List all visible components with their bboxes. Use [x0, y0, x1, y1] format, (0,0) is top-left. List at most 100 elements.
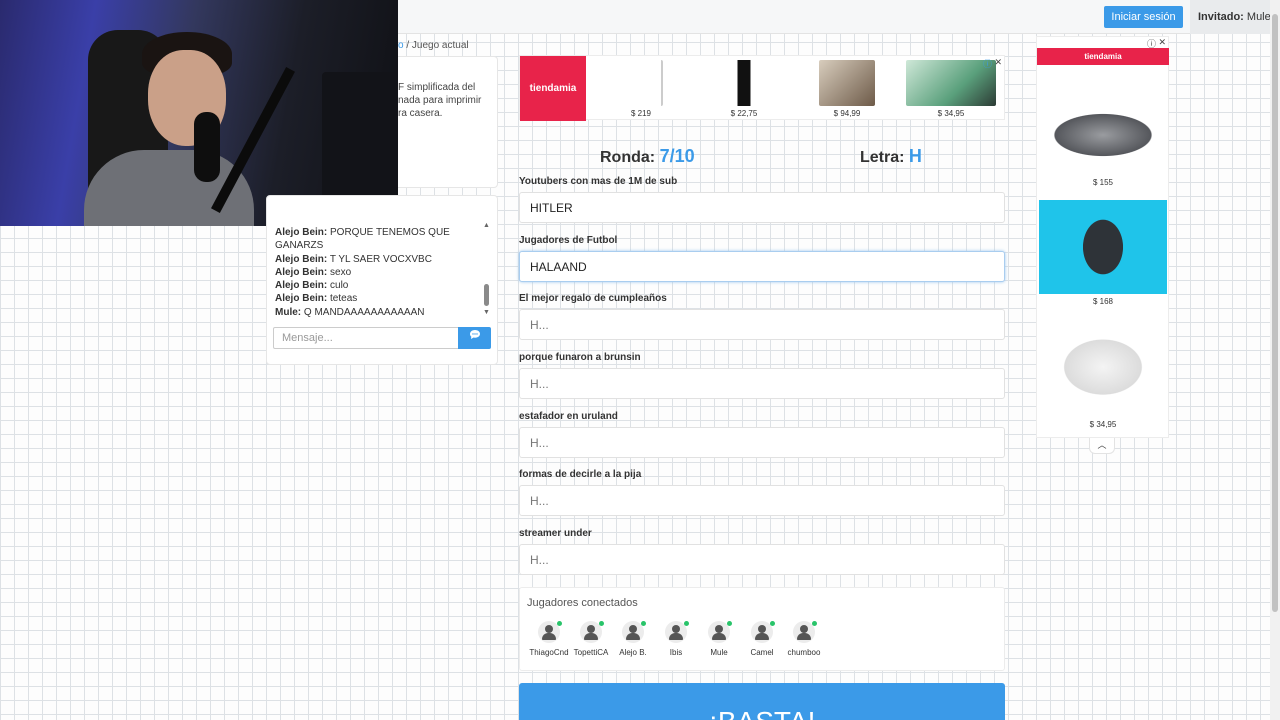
category-label: porque funaron a brunsin — [519, 352, 641, 363]
chat-user: Alejo Bein: — [275, 227, 328, 238]
info-line: ra casera. — [398, 108, 443, 119]
category-input-estafador[interactable] — [519, 427, 1005, 458]
info-line: nada para imprimir — [398, 95, 482, 106]
chat-text: sexo — [330, 266, 352, 278]
chat-user: Alejo Bein: — [275, 253, 328, 265]
letter-value: H — [908, 146, 922, 166]
ad-product-price: $ 34,95 — [1089, 420, 1117, 429]
user-avatar-icon — [751, 621, 775, 643]
ad-product-price: $ 34,95 — [937, 109, 965, 118]
category-input-youtubers[interactable] — [519, 192, 1005, 223]
ad-close-icon[interactable]: ✕ — [994, 57, 1002, 68]
ad-product-image — [1039, 95, 1167, 175]
player-name: TopettiCA — [573, 648, 609, 657]
ad-banner[interactable]: tiendamia $ 219 $ 22,75 $ 94,99 $ 34,95 … — [519, 55, 1005, 121]
basta-button[interactable]: ¡BASTA! — [519, 683, 1005, 720]
player-item[interactable]: chumboo — [782, 621, 826, 657]
ad-brand-logo[interactable]: tiendamia — [520, 56, 586, 121]
player-item[interactable]: TopettiCA — [569, 621, 613, 657]
ad-product[interactable]: $ 22,75 — [716, 60, 772, 120]
online-dot — [727, 621, 732, 626]
chat-scroll-up-icon[interactable]: ▲ — [483, 222, 490, 229]
round-value: 7/10 — [659, 146, 695, 166]
player-name: Mule — [710, 648, 728, 657]
chat-bubble-icon — [469, 330, 480, 339]
breadcrumb: o / Juego actual — [398, 40, 469, 51]
chat-message: Alejo Bein: T YL SAER VOCXVBC — [275, 253, 481, 266]
user-avatar-icon — [708, 621, 732, 643]
page-scrollbar-thumb[interactable] — [1272, 14, 1278, 612]
ad-product-image — [633, 60, 663, 106]
category-label: formas de decirle a la pija — [519, 469, 642, 480]
ad-product-price: $ 219 — [630, 109, 652, 118]
ad-product[interactable]: $ 219 — [613, 60, 669, 120]
ad-product-image — [819, 60, 875, 106]
ad-product-image — [716, 60, 772, 106]
player-item[interactable]: ThiagoCnd — [527, 621, 571, 657]
round-label: Ronda: — [600, 149, 656, 166]
category-input-futbol[interactable] — [519, 251, 1005, 282]
category-input-regalo[interactable] — [519, 309, 1005, 340]
online-dot — [557, 621, 562, 626]
letter-indicator: Letra: H — [860, 146, 922, 167]
user-avatar-icon — [665, 621, 689, 643]
chat-messages[interactable]: Alejo Bein: PORQUE TENEMOS QUE GANARZS A… — [275, 226, 481, 319]
category-label: streamer under — [519, 528, 592, 539]
players-title: Jugadores conectados — [527, 597, 638, 609]
category-input-brunsin[interactable] — [519, 368, 1005, 399]
online-dot — [599, 621, 604, 626]
chat-user: Mule: — [275, 306, 302, 318]
guest-indicator: Invitado: Mule — [1190, 0, 1279, 34]
ad-product-price: $ 168 — [1092, 297, 1114, 306]
chat-send-button[interactable] — [458, 327, 491, 349]
ad-brand-logo[interactable]: tiendamia — [1037, 48, 1169, 65]
info-line: F simplificada del — [398, 82, 476, 93]
online-dot — [684, 621, 689, 626]
chat-message-input[interactable] — [273, 327, 459, 349]
category-label: El mejor regalo de cumpleaños — [519, 293, 667, 304]
ad-product[interactable]: $ 34,95 — [1039, 321, 1167, 429]
chat-user: Alejo Bein: — [275, 280, 328, 292]
chat-scrollbar-thumb[interactable] — [484, 284, 489, 306]
player-item[interactable]: Alejo B. — [611, 621, 655, 657]
breadcrumb-link[interactable]: o — [398, 40, 404, 51]
side-ad[interactable]: ⓘ ✕ tiendamia $ 155 $ 168 $ 34,95 — [1036, 36, 1169, 438]
player-name: Alejo B. — [619, 648, 647, 657]
letter-label: Letra: — [860, 149, 905, 166]
ad-info-icon[interactable]: ⓘ — [983, 57, 992, 70]
chat-text: culo — [330, 280, 349, 292]
player-name: chumboo — [787, 648, 821, 657]
chat-user: Alejo Bein: — [275, 266, 328, 278]
user-avatar-icon — [622, 621, 646, 643]
category-input-formas[interactable] — [519, 485, 1005, 516]
chevron-up-icon[interactable]: ︿ — [1089, 438, 1115, 454]
round-indicator: Ronda: 7/10 — [600, 146, 695, 167]
ad-close-icon[interactable]: ✕ — [1158, 37, 1166, 48]
user-avatar-icon — [793, 621, 817, 643]
ad-product-price: $ 94,99 — [833, 109, 861, 118]
ad-product[interactable]: $ 155 — [1039, 95, 1167, 187]
page-scrollbar[interactable] — [1270, 0, 1280, 720]
player-item[interactable]: Mule — [697, 621, 741, 657]
webcam-microphone — [194, 112, 220, 182]
guest-name: Mule — [1246, 11, 1271, 23]
chat-scroll-down-icon[interactable]: ▼ — [483, 309, 490, 316]
player-item[interactable]: Ibis — [654, 621, 698, 657]
online-dot — [812, 621, 817, 626]
game-info-card: F simplificada del nada para imprimir ra… — [398, 56, 498, 188]
category-label: Jugadores de Futbol — [519, 235, 618, 246]
chat-message: Alejo Bein: PORQUE TENEMOS QUE GANARZS — [275, 226, 481, 253]
ad-product[interactable]: $ 168 — [1039, 200, 1167, 306]
ad-product[interactable]: $ 94,99 — [819, 60, 875, 120]
connected-players-panel: Jugadores conectados ThiagoCnd TopettiCA… — [519, 587, 1005, 671]
breadcrumb-separator: / — [406, 40, 410, 51]
webcam-overlay — [0, 0, 398, 226]
login-button[interactable]: Iniciar sesión — [1104, 6, 1183, 28]
player-item[interactable]: Camel — [740, 621, 784, 657]
online-dot — [641, 621, 646, 626]
chat-message: Mule: Q MANDAAAAAAAAAAAN — [275, 306, 481, 319]
category-input-streamer[interactable] — [519, 544, 1005, 575]
user-avatar-icon — [538, 621, 562, 643]
chat-panel: Alejo Bein: PORQUE TENEMOS QUE GANARZS A… — [266, 195, 498, 365]
chat-message: Alejo Bein: sexo — [275, 266, 481, 279]
